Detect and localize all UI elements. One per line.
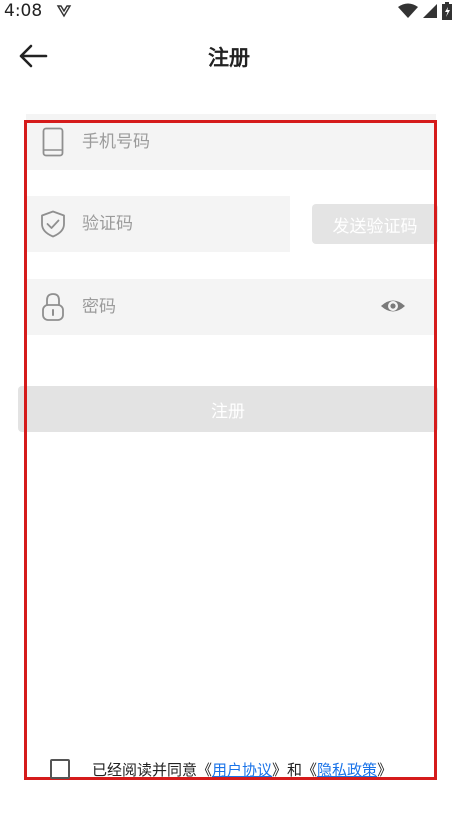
signal-icon — [423, 4, 437, 18]
status-icons — [398, 2, 452, 20]
user-agreement-link[interactable]: 用户协议 — [212, 759, 272, 780]
status-bar: 4:08 — [0, 0, 458, 24]
agreement-suffix: 》 — [377, 760, 393, 779]
page-title: 注册 — [208, 46, 250, 70]
app-icon — [56, 5, 72, 18]
agreement-prefix: 已经阅读并同意《 — [92, 760, 213, 779]
privacy-policy-link[interactable]: 隐私政策 — [317, 759, 377, 780]
highlight-frame — [24, 120, 437, 780]
status-time: 4:08 — [4, 1, 43, 21]
wifi-icon — [398, 3, 418, 18]
agreement-middle: 》和《 — [272, 760, 318, 779]
agreement-checkbox[interactable] — [50, 759, 70, 779]
top-bar: 注册 — [0, 30, 458, 82]
agreement-row: 已经阅读并同意《 用户协议 》和《 隐私政策 》 — [50, 756, 392, 782]
battery-icon — [442, 2, 452, 20]
